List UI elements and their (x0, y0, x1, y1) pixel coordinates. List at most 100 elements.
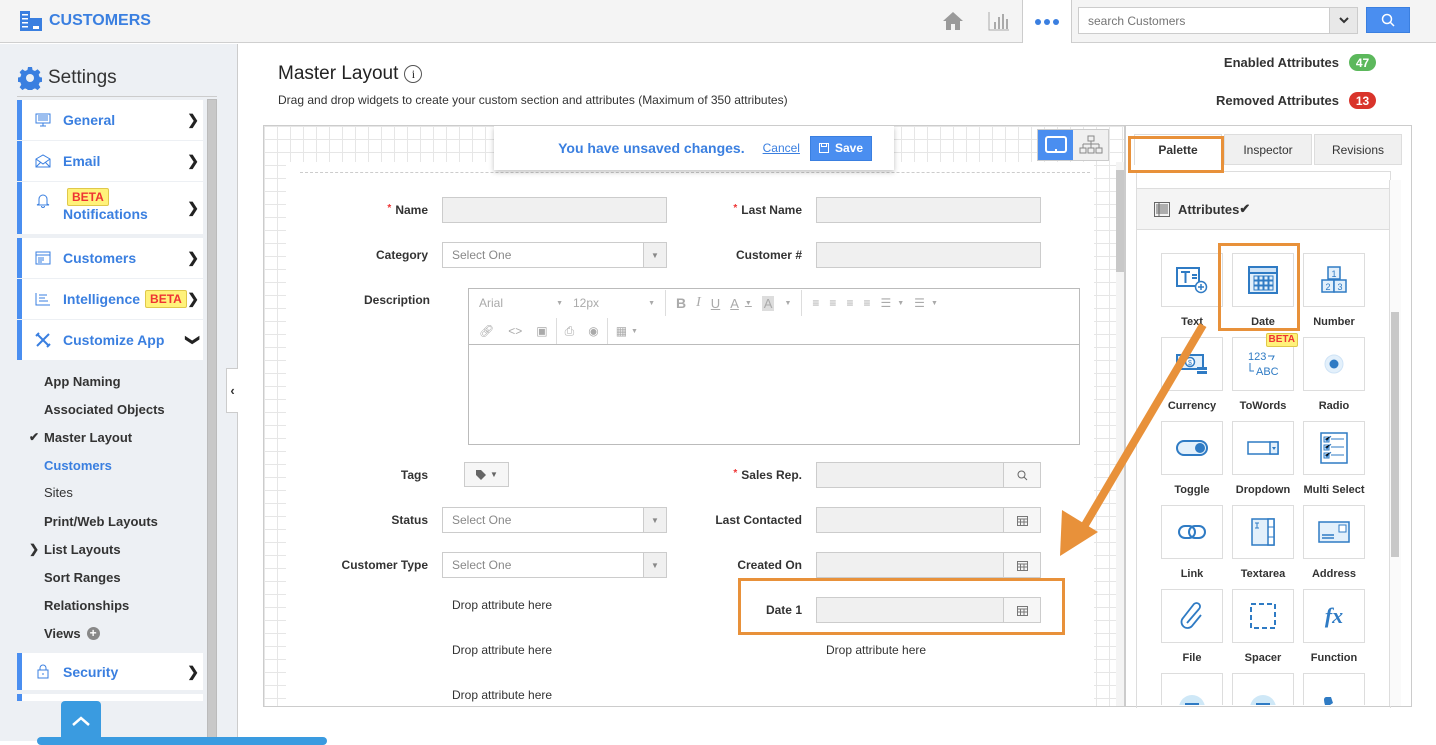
font-size-select[interactable]: 12px ▼ (573, 296, 655, 310)
palette-scrollbar-thumb[interactable] (1391, 312, 1399, 557)
palette-widget-text[interactable]: Text (1161, 253, 1223, 328)
palette-widget-spacer[interactable]: Spacer (1232, 589, 1294, 664)
sidebar-item-customers[interactable]: Customers ❯ (17, 238, 203, 278)
subnav-sites[interactable]: Sites (44, 485, 73, 500)
sales-rep-label: * Sales Rep. (733, 468, 802, 482)
description-editor[interactable]: Arial ▼ 12px ▼ B I U A ▼ A ▼ ≡ ≡ ≡ ≡ ☰ ▼ ☰ … (468, 288, 1080, 445)
cancel-link[interactable]: Cancel (763, 141, 800, 155)
palette-widget-partial[interactable] (1161, 673, 1223, 705)
subnav-customers[interactable]: Customers (44, 458, 112, 473)
calendar-icon[interactable] (1003, 508, 1040, 532)
palette-widget-multi-select[interactable]: Multi Select (1303, 421, 1365, 496)
removed-attributes[interactable]: Removed Attributes 13 (1216, 92, 1376, 109)
desktop-view-button[interactable] (1038, 130, 1073, 160)
subnav-associated-objects[interactable]: Associated Objects (44, 402, 165, 417)
sidebar-item-intelligence[interactable]: Intelligence BETA ❯ (17, 279, 203, 319)
tab-revisions[interactable]: Revisions (1314, 134, 1402, 165)
collapse-sidebar-button[interactable]: ‹ (226, 368, 238, 413)
palette-widget-towords[interactable]: 123 ABC ToWords BETA (1232, 333, 1298, 412)
chevron-down-icon[interactable] (1329, 8, 1357, 33)
status-select[interactable]: Select One ▼ (442, 507, 667, 533)
scroll-top-button[interactable] (61, 701, 101, 741)
palette-widget-address[interactable]: Address (1303, 505, 1365, 580)
hierarchy-view-button[interactable] (1073, 130, 1108, 160)
attributes-section-header[interactable]: Attributes ✔ (1137, 188, 1390, 230)
palette-widget-partial[interactable] (1232, 673, 1294, 705)
enabled-attributes[interactable]: Enabled Attributes 47 (1224, 54, 1376, 71)
preview-icon[interactable]: ◉ (588, 324, 598, 338)
last-contacted-field[interactable] (816, 507, 1041, 533)
palette-widget-file[interactable]: File (1161, 589, 1223, 664)
align-justify-icon[interactable]: ≡ (863, 296, 870, 310)
palette-widget-radio[interactable]: Radio (1303, 337, 1365, 412)
palette-widget-textarea[interactable]: Textarea (1232, 505, 1294, 580)
subnav-master-layout[interactable]: ✔ Master Layout (29, 430, 132, 445)
canvas-scrollbar[interactable] (1116, 162, 1124, 706)
palette-widget-link[interactable]: Link (1161, 505, 1223, 580)
add-view-icon[interactable]: + (86, 627, 100, 640)
brand[interactable]: CUSTOMERS (19, 10, 151, 32)
numbered-list-icon[interactable]: ☰ ▼ (914, 296, 938, 310)
customer-type-select[interactable]: Select One ▼ (442, 552, 667, 578)
customer-number-field[interactable] (816, 242, 1041, 268)
subnav-relationships[interactable]: Relationships (44, 598, 129, 613)
customer-number-label: Customer # (735, 248, 802, 262)
palette-widget-dropdown[interactable]: Dropdown (1232, 421, 1294, 496)
table-icon[interactable]: ▦ ▼ (616, 324, 638, 338)
widget-label: Link (1180, 568, 1204, 580)
analytics-icon[interactable] (986, 8, 1012, 34)
calendar-icon[interactable] (1003, 553, 1040, 577)
image-icon[interactable]: ▣ (536, 324, 547, 338)
sidebar-item-partial[interactable] (17, 694, 203, 701)
search-icon[interactable] (1003, 463, 1040, 487)
search-button[interactable] (1366, 7, 1410, 33)
bold-icon[interactable]: B (676, 295, 686, 311)
align-left-icon[interactable]: ≡ (812, 296, 819, 310)
font-family-select[interactable]: Arial ▼ (479, 296, 563, 310)
subnav-list-layouts[interactable]: ❯ List Layouts (29, 542, 121, 557)
sidebar-item-email[interactable]: Email ❯ (17, 141, 203, 181)
palette-widget-toggle[interactable]: Toggle (1161, 421, 1223, 496)
drop-zone[interactable]: Drop attribute here (452, 598, 552, 612)
sidebar-item-general[interactable]: General ❯ (17, 100, 203, 140)
drop-zone[interactable]: Drop attribute here (452, 688, 552, 702)
palette-widget-partial[interactable] (1303, 673, 1365, 705)
bell-icon (33, 193, 53, 208)
sidebar-item-security[interactable]: Security ❯ (17, 653, 203, 690)
drop-zone[interactable]: Drop attribute here (826, 643, 926, 657)
sidebar-scrollbar[interactable] (207, 99, 217, 741)
align-center-icon[interactable]: ≡ (829, 296, 836, 310)
save-button[interactable]: Save (809, 135, 872, 161)
info-icon[interactable]: i (404, 65, 423, 83)
tags-dropdown[interactable]: ▼ (464, 462, 509, 487)
name-field[interactable] (442, 197, 667, 223)
code-icon[interactable]: <> (508, 324, 522, 338)
highlight-color-icon[interactable]: A (761, 295, 775, 311)
palette-widget-number[interactable]: 1 2 3 Number (1303, 253, 1365, 328)
more-icon[interactable] (1022, 0, 1072, 43)
subnav-views[interactable]: Views + (44, 626, 100, 641)
align-right-icon[interactable]: ≡ (846, 296, 853, 310)
bullet-list-icon[interactable]: ☰ ▼ (880, 296, 904, 310)
print-icon[interactable]: ⎙ (565, 324, 575, 339)
last-name-field[interactable] (816, 197, 1041, 223)
search-input[interactable] (1079, 8, 1329, 33)
palette-widget-currency[interactable]: $ Currency (1161, 337, 1223, 412)
subnav-sort-ranges[interactable]: Sort Ranges (44, 570, 121, 585)
underline-icon[interactable]: U (711, 296, 720, 311)
sales-rep-field[interactable] (816, 462, 1041, 488)
sidebar-item-customize-app[interactable]: Customize App ❯ (17, 320, 203, 360)
bottom-bar[interactable] (37, 737, 327, 745)
link-icon[interactable]: 🔗︎ (479, 324, 494, 338)
palette-widget-function[interactable]: fx Function (1303, 589, 1365, 664)
italic-icon[interactable]: I (696, 295, 701, 311)
created-on-field[interactable] (816, 552, 1041, 578)
drop-zone[interactable]: Drop attribute here (452, 643, 552, 657)
subnav-print-web-layouts[interactable]: Print/Web Layouts (44, 514, 158, 529)
sidebar-item-notifications[interactable]: BETA Notifications ❯ (17, 182, 203, 234)
category-select[interactable]: Select One ▼ (442, 242, 667, 268)
tab-inspector[interactable]: Inspector (1224, 134, 1312, 165)
subnav-app-naming[interactable]: App Naming (44, 374, 121, 389)
font-color-icon[interactable]: A ▼ (730, 296, 752, 311)
home-icon[interactable] (940, 8, 966, 34)
